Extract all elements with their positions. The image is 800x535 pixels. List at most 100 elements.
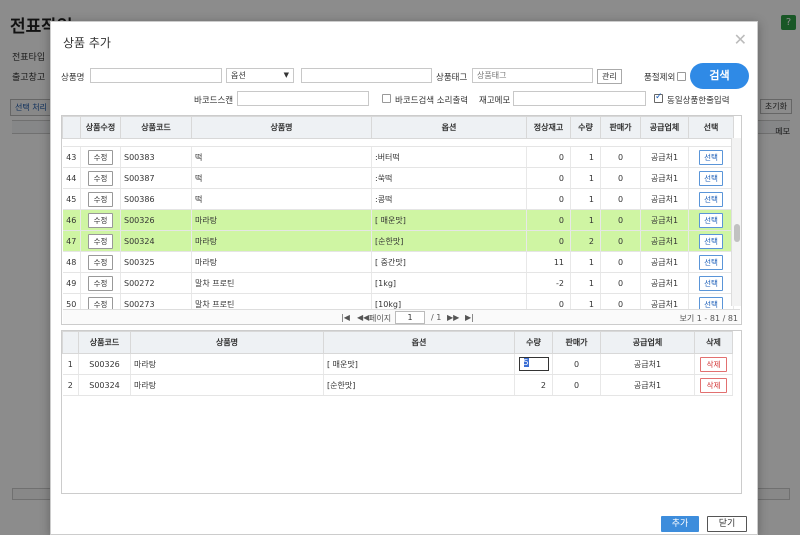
soldout-exclude-checkbox[interactable] (677, 72, 686, 81)
qty-cell[interactable]: 5 (514, 353, 553, 375)
select-button[interactable]: 선택 (699, 254, 723, 270)
edit-cell: 수정 (80, 146, 121, 168)
code-cell: S00386 (120, 188, 192, 210)
qty-cell[interactable]: 1 (570, 167, 601, 189)
table-row[interactable]: 47 수정 S00324 마라탕 [순한맛] 0 2 0 공급처1 선택 (62, 230, 734, 252)
select-button[interactable]: 선택 (699, 149, 723, 165)
price-cell[interactable]: 0 (552, 353, 601, 375)
qty-cell[interactable]: 1 (570, 272, 601, 294)
product-tag-input[interactable] (472, 68, 593, 83)
edit-button[interactable]: 수정 (87, 191, 114, 207)
edit-button[interactable]: 수정 (87, 254, 114, 270)
stock-memo-input[interactable] (513, 91, 646, 106)
option-select[interactable]: 옵션 ▼ (226, 68, 294, 83)
table-row[interactable]: 46 수정 S00326 마라탕 [ 매운맛] 0 1 0 공급처1 선택 (62, 209, 734, 231)
code-cell: S00383 (120, 146, 192, 168)
name-cell: 마라탕 (130, 374, 324, 396)
edit-button[interactable]: 수정 (87, 275, 114, 291)
price-cell[interactable]: 0 (552, 374, 601, 396)
table-row[interactable]: 2 S00324 마라탕 [순한맛] 2 0 공급처1 삭제 (62, 374, 733, 396)
table-row-partial (62, 138, 734, 147)
qty-cell[interactable]: 1 (570, 209, 601, 231)
qty-edit-input[interactable]: 5 (518, 357, 549, 371)
name-cell: 떡 (191, 188, 372, 210)
table-row[interactable]: 44 수정 S00387 떡 :쑥떡 0 1 0 공급처1 선택 (62, 167, 734, 189)
select-button[interactable]: 선택 (699, 170, 723, 186)
scrollbar-thumb[interactable] (734, 224, 740, 242)
select-button[interactable]: 선택 (699, 191, 723, 207)
barcode-scan-input[interactable] (237, 91, 369, 106)
price-cell[interactable]: 0 (600, 146, 641, 168)
close-button[interactable]: 닫기 (707, 516, 747, 532)
header-price: 판매가 (600, 116, 641, 139)
table-row[interactable]: 43 수정 S00383 떡 :버터떡 0 1 0 공급처1 선택 (62, 146, 734, 168)
add-button[interactable]: 추가 (661, 516, 699, 532)
next-page-icon[interactable]: ▶▶ (447, 313, 459, 322)
price-cell[interactable]: 0 (600, 251, 641, 273)
qty-cell[interactable]: 2 (570, 230, 601, 252)
select-button[interactable]: 선택 (699, 212, 723, 228)
first-page-icon[interactable]: |◀ (341, 313, 350, 322)
name-cell: 떡 (191, 167, 372, 189)
product-table: 상품수정 상품코드 상품명 옵션 정상재고 수량 판매가 공급업체 선택 43 (62, 116, 734, 315)
page-label: 페이지 (369, 314, 392, 323)
product-name-input[interactable] (90, 68, 222, 83)
header-stock: 정상재고 (526, 116, 571, 139)
same-product-line-checkbox[interactable] (654, 92, 663, 103)
stock-cell: 0 (526, 146, 571, 168)
qty-cell[interactable]: 1 (570, 188, 601, 210)
option-cell: [ 중간맛] (371, 251, 527, 273)
stock-cell: 0 (526, 230, 571, 252)
supplier-cell: 공급처1 (640, 167, 689, 189)
qty-edit-value: 5 (523, 358, 529, 367)
header-name: 상품명 (191, 116, 372, 139)
select-cell: 선택 (688, 146, 734, 168)
page-number-input[interactable]: 1 (395, 311, 425, 324)
name-cell: 마라탕 (130, 353, 324, 375)
code-cell: S00325 (120, 251, 192, 273)
price-cell[interactable]: 0 (600, 188, 641, 210)
price-cell[interactable]: 0 (600, 209, 641, 231)
qty-cell[interactable]: 1 (570, 146, 601, 168)
supplier-cell: 공급처1 (600, 374, 695, 396)
table-row[interactable]: 48 수정 S00325 마라탕 [ 중간맛] 11 1 0 공급처1 선택 (62, 251, 734, 273)
table-row[interactable]: 49 수정 S00272 말차 프로틴 [1kg] -2 1 0 공급처1 선택 (62, 272, 734, 294)
edit-cell: 수정 (80, 167, 121, 189)
qty-cell[interactable]: 2 (514, 374, 553, 396)
row-number: 49 (62, 272, 81, 294)
select-button[interactable]: 선택 (699, 233, 723, 249)
last-page-icon[interactable]: ▶| (465, 313, 474, 322)
product-grid-scrollbar[interactable] (731, 138, 741, 306)
search-button[interactable]: 검색 (690, 63, 749, 89)
option-select-value: 옵션 (231, 71, 246, 80)
barcode-sound-checkbox[interactable] (382, 94, 391, 103)
price-cell[interactable]: 0 (600, 230, 641, 252)
close-icon[interactable]: ✕ (734, 30, 747, 49)
row-number: 48 (62, 251, 81, 273)
qty-cell[interactable]: 1 (570, 251, 601, 273)
row-number: 46 (62, 209, 81, 231)
table-row[interactable]: 1 S00326 마라탕 [ 매운맛] 5 0 공급처1 삭제 (62, 353, 733, 375)
table-row[interactable] (62, 138, 734, 147)
edit-button[interactable]: 수정 (87, 149, 114, 165)
edit-button[interactable]: 수정 (87, 170, 114, 186)
table-row[interactable]: 45 수정 S00386 떡 :콩떡 0 1 0 공급처1 선택 (62, 188, 734, 210)
delete-button[interactable]: 삭제 (699, 356, 728, 372)
select-button[interactable]: 선택 (699, 275, 723, 291)
price-cell[interactable]: 0 (600, 167, 641, 189)
option-input[interactable] (301, 68, 432, 83)
header-edit: 상품수정 (80, 116, 121, 139)
price-cell[interactable]: 0 (600, 272, 641, 294)
header-code: 상품코드 (78, 331, 131, 354)
option-cell: [ 매운맛] (371, 209, 527, 231)
edit-button[interactable]: 수정 (87, 233, 114, 249)
supplier-cell: 공급처1 (640, 272, 689, 294)
tag-manage-button[interactable]: 관리 (597, 69, 622, 84)
edit-button[interactable]: 수정 (87, 212, 114, 228)
delete-button[interactable]: 삭제 (699, 377, 728, 393)
select-cell: 선택 (688, 230, 734, 252)
edit-cell: 수정 (80, 188, 121, 210)
supplier-cell: 공급처1 (640, 251, 689, 273)
selected-table: 상품코드 상품명 옵션 수량 판매가 공급업체 삭제 1 S00326 마라탕 … (62, 331, 733, 396)
prev-page-icon[interactable]: ◀◀ (357, 313, 369, 322)
